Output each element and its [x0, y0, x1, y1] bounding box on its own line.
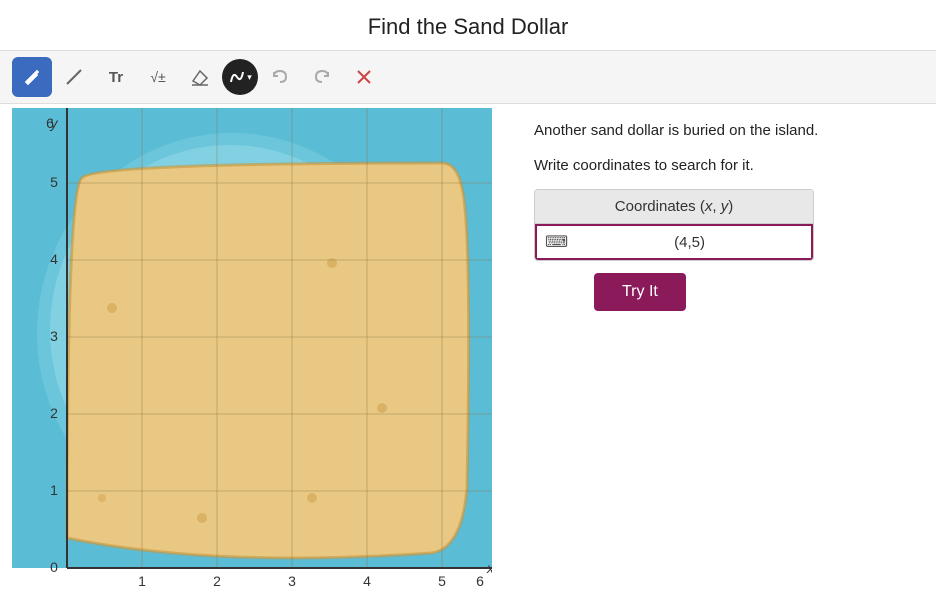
line-icon [64, 67, 84, 87]
right-panel: Another sand dollar is buried on the isl… [510, 104, 936, 602]
svg-text:5: 5 [50, 174, 58, 190]
pen-icon [22, 67, 42, 87]
close-button[interactable] [344, 57, 384, 97]
svg-text:3: 3 [50, 328, 58, 344]
curve-dropdown-arrow: ▾ [247, 72, 252, 83]
text-tool-button[interactable]: Tr [96, 57, 136, 97]
svg-text:2: 2 [213, 573, 221, 588]
keyboard-icon: ⌨ [545, 232, 568, 252]
line-tool-button[interactable] [54, 57, 94, 97]
eraser-icon [190, 67, 210, 87]
pen-tool-button[interactable] [12, 57, 52, 97]
description-text-1: Another sand dollar is buried on the isl… [534, 120, 912, 143]
undo-button[interactable] [260, 57, 300, 97]
graph-container: 0 1 2 3 4 5 y 6 1 2 3 4 5 6 x [12, 108, 502, 598]
coordinates-table: Coordinates (x, y) ⌨ [534, 189, 814, 261]
curve-tool-button[interactable]: ▾ [222, 59, 258, 95]
svg-text:3: 3 [288, 573, 296, 588]
svg-text:1: 1 [50, 482, 58, 498]
svg-text:6: 6 [46, 115, 54, 131]
svg-text:1: 1 [138, 573, 146, 588]
redo-button[interactable] [302, 57, 342, 97]
svg-text:2: 2 [50, 405, 58, 421]
page-title: Find the Sand Dollar [0, 0, 936, 50]
coordinates-input[interactable] [576, 234, 803, 251]
close-icon [354, 67, 374, 87]
svg-text:x: x [486, 560, 492, 576]
svg-text:4: 4 [50, 251, 58, 267]
try-it-button[interactable]: Try It [594, 273, 686, 311]
text-tool-label: Tr [109, 69, 123, 86]
coordinates-header: Coordinates (x, y) [535, 190, 813, 224]
svg-text:4: 4 [363, 573, 371, 588]
toolbar: Tr √± ▾ [0, 50, 936, 104]
svg-text:5: 5 [438, 573, 446, 588]
curve-icon [228, 68, 246, 86]
eraser-tool-button[interactable] [180, 57, 220, 97]
coordinates-input-row[interactable]: ⌨ [535, 224, 813, 260]
svg-text:6: 6 [476, 573, 484, 588]
description-text-2: Write coordinates to search for it. [534, 155, 912, 178]
coordinate-graph[interactable]: 0 1 2 3 4 5 y 6 1 2 3 4 5 6 x [12, 108, 492, 588]
undo-icon [270, 67, 290, 87]
sqrt-tool-label: √± [150, 69, 165, 85]
redo-icon [312, 67, 332, 87]
svg-text:0: 0 [50, 559, 58, 575]
sqrt-tool-button[interactable]: √± [138, 57, 178, 97]
